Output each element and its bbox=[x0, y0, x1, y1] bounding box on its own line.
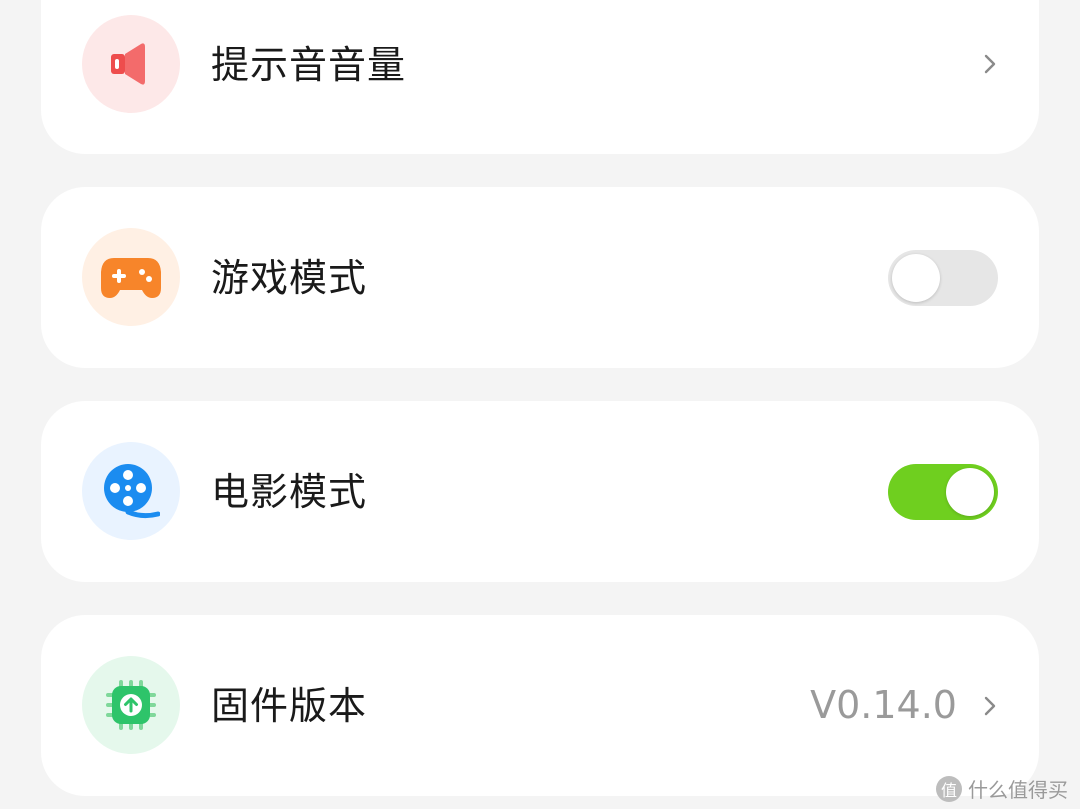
gamepad-icon-wrap bbox=[82, 228, 180, 326]
setting-label: 电影模式 bbox=[211, 470, 368, 514]
watermark: 值 什么值得买 bbox=[936, 774, 1068, 803]
toggle-knob bbox=[892, 254, 940, 302]
film-reel-icon bbox=[104, 464, 160, 519]
speaker-icon bbox=[111, 43, 145, 85]
setting-row-prompt-volume[interactable]: 提示音音量 bbox=[41, 0, 1039, 154]
firmware-upgrade-icon bbox=[106, 680, 156, 730]
game-mode-toggle[interactable] bbox=[888, 250, 998, 306]
chevron-right-icon bbox=[984, 696, 996, 716]
toggle-knob bbox=[946, 468, 994, 516]
watermark-text: 什么值得买 bbox=[968, 778, 1068, 802]
setting-row-firmware-version[interactable]: 固件版本 V0.14.0 bbox=[41, 615, 1039, 796]
setting-row-movie-mode: 电影模式 bbox=[41, 401, 1039, 582]
setting-label: 固件版本 bbox=[211, 684, 368, 728]
firmware-version-value: V0.14.0 bbox=[810, 683, 957, 727]
firmware-upgrade-icon-wrap bbox=[82, 656, 180, 754]
gamepad-icon bbox=[101, 258, 161, 298]
setting-label: 提示音音量 bbox=[211, 43, 407, 87]
chevron-right-icon bbox=[984, 54, 996, 74]
setting-label: 游戏模式 bbox=[211, 256, 368, 300]
settings-page: 提示音音量 游戏模式 电影模式 固件版本 V0.14.0 值 什么值得买 bbox=[0, 0, 1080, 809]
film-reel-icon-wrap bbox=[82, 442, 180, 540]
movie-mode-toggle[interactable] bbox=[888, 464, 998, 520]
speaker-icon-wrap bbox=[82, 15, 180, 113]
setting-row-game-mode: 游戏模式 bbox=[41, 187, 1039, 368]
watermark-badge: 值 bbox=[936, 775, 962, 802]
